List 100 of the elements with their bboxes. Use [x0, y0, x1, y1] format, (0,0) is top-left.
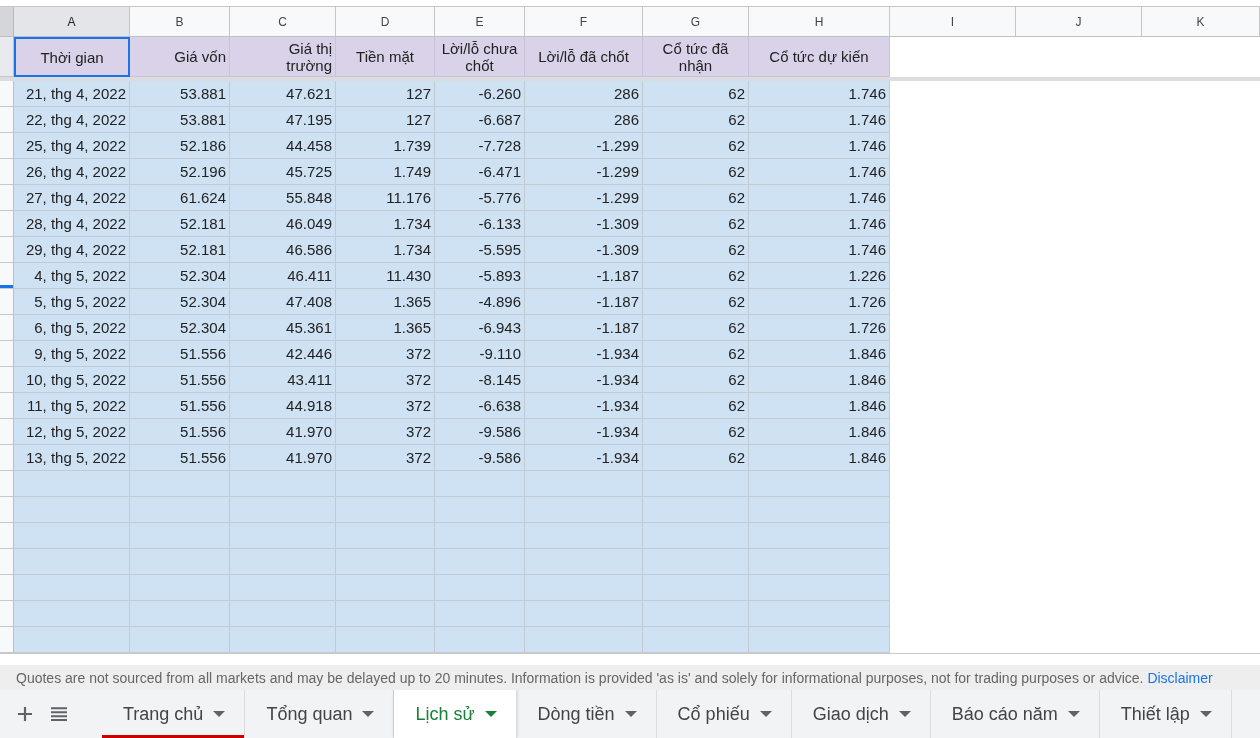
table-cell: 1.746	[749, 211, 890, 237]
table-cell: 62	[643, 367, 749, 393]
sheet-tab[interactable]: Thiết lập	[1099, 690, 1232, 738]
table-cell: -1.934	[525, 419, 643, 445]
column-header[interactable]: K	[1142, 7, 1260, 37]
sheet-tab[interactable]: Báo cáo năm	[930, 690, 1100, 738]
caret-icon	[1199, 711, 1212, 717]
table-cell: 1.746	[749, 185, 890, 211]
table-cell: 1.746	[749, 133, 890, 159]
table-cell: 47.621	[230, 81, 336, 107]
table-cell: 51.556	[130, 341, 230, 367]
table-cell: -1.299	[525, 185, 643, 211]
sheet-tab[interactable]: Cổ phiếu	[656, 690, 792, 738]
column-header[interactable]: A	[14, 7, 130, 37]
column-header[interactable]: G	[643, 7, 749, 37]
disclaimer-notice: Quotes are not sourced from all markets and may be delayed up to 20 minutes. Information is provided 'as is' and solely for informational purposes, not for trading purposes or advice. Disclaimer	[16, 669, 1213, 686]
table-cell: 372	[336, 341, 435, 367]
table-cell: -1.299	[525, 159, 643, 185]
table-cell: 51.556	[130, 393, 230, 419]
table-cell: 1.746	[749, 237, 890, 263]
column-header[interactable]: C	[230, 7, 336, 37]
caret-icon	[484, 711, 497, 717]
table-cell: -1.309	[525, 237, 643, 263]
column-header[interactable]: B	[130, 7, 230, 37]
column-title: Thời gian	[14, 37, 130, 77]
table-cell: 22, thg 4, 2022	[14, 107, 130, 133]
column-title: Tiền mặt	[336, 37, 435, 77]
table-cell: 52.304	[130, 263, 230, 289]
sheet-tab[interactable]: Lịch sử	[394, 690, 517, 738]
caret-icon	[898, 711, 911, 717]
table-cell: -9.586	[435, 445, 525, 471]
table-cell: 51.556	[130, 419, 230, 445]
table-cell: 46.586	[230, 237, 336, 263]
all-sheets-button[interactable]	[51, 707, 67, 721]
table-cell: 1.846	[749, 393, 890, 419]
table-cell: 52.186	[130, 133, 230, 159]
table-cell: 286	[525, 107, 643, 133]
table-cell: -5.595	[435, 237, 525, 263]
table-cell: -1.934	[525, 445, 643, 471]
table-cell: 62	[643, 341, 749, 367]
table-cell: 1.734	[336, 237, 435, 263]
table-cell: -6.638	[435, 393, 525, 419]
table-cell: 47.195	[230, 107, 336, 133]
column-title: Cổ tức đã nhận	[643, 37, 749, 77]
menu-icon	[51, 707, 67, 721]
sheet-tab[interactable]: Giao dịch	[791, 690, 931, 738]
column-title: Giá thị trường	[230, 37, 336, 77]
table-cell: 1.226	[749, 263, 890, 289]
table-cell: 62	[643, 133, 749, 159]
table-cell: 29, thg 4, 2022	[14, 237, 130, 263]
table-cell: 51.556	[130, 367, 230, 393]
table-cell: -1.934	[525, 367, 643, 393]
column-header[interactable]: J	[1016, 7, 1142, 37]
table-cell: 62	[643, 211, 749, 237]
caret-icon	[624, 711, 637, 717]
table-cell: -5.776	[435, 185, 525, 211]
table-cell: 45.361	[230, 315, 336, 341]
sheet-tab[interactable]: Trang chủ	[102, 690, 246, 738]
table-cell: 53.881	[130, 107, 230, 133]
table-cell: 1.365	[336, 315, 435, 341]
table-cell: 11.430	[336, 263, 435, 289]
table-cell: 62	[643, 289, 749, 315]
caret-icon	[213, 711, 226, 717]
table-cell: 1.846	[749, 341, 890, 367]
table-cell: 62	[643, 445, 749, 471]
table-cell: 11.176	[336, 185, 435, 211]
table-cell: 52.196	[130, 159, 230, 185]
column-header[interactable]: E	[435, 7, 525, 37]
table-cell: 372	[336, 393, 435, 419]
column-header[interactable]: D	[336, 7, 435, 37]
table-cell: 41.970	[230, 445, 336, 471]
add-sheet-button[interactable]	[18, 707, 32, 721]
table-cell: 10, thg 5, 2022	[14, 367, 130, 393]
column-header[interactable]: F	[525, 7, 643, 37]
table-cell: -1.309	[525, 211, 643, 237]
table-cell: 11, thg 5, 2022	[14, 393, 130, 419]
table-cell: 62	[643, 237, 749, 263]
disclaimer-link[interactable]: Disclaimer	[1147, 669, 1213, 686]
table-cell: 42.446	[230, 341, 336, 367]
column-header[interactable]: I	[890, 7, 1016, 37]
table-cell: -1.934	[525, 393, 643, 419]
table-cell: -1.187	[525, 263, 643, 289]
caret-icon	[759, 711, 772, 717]
sheet-tab[interactable]: Dòng tiền	[516, 690, 657, 738]
table-cell: 52.304	[130, 315, 230, 341]
table-cell: 1.746	[749, 107, 890, 133]
table-cell: 9, thg 5, 2022	[14, 341, 130, 367]
column-title: Cổ tức dự kiến	[749, 37, 890, 77]
table-cell: 44.458	[230, 133, 336, 159]
table-cell: 127	[336, 81, 435, 107]
column-header[interactable]: H	[749, 7, 890, 37]
table-cell: 53.881	[130, 81, 230, 107]
column-title: Lời/lỗ đã chốt	[525, 37, 643, 77]
table-cell: 47.408	[230, 289, 336, 315]
column-title: Giá vốn	[130, 37, 230, 77]
row-header[interactable]	[0, 263, 14, 289]
select-all-corner[interactable]	[0, 7, 14, 37]
table-cell: 1.846	[749, 445, 890, 471]
table-cell: 62	[643, 185, 749, 211]
table-cell: -9.586	[435, 419, 525, 445]
